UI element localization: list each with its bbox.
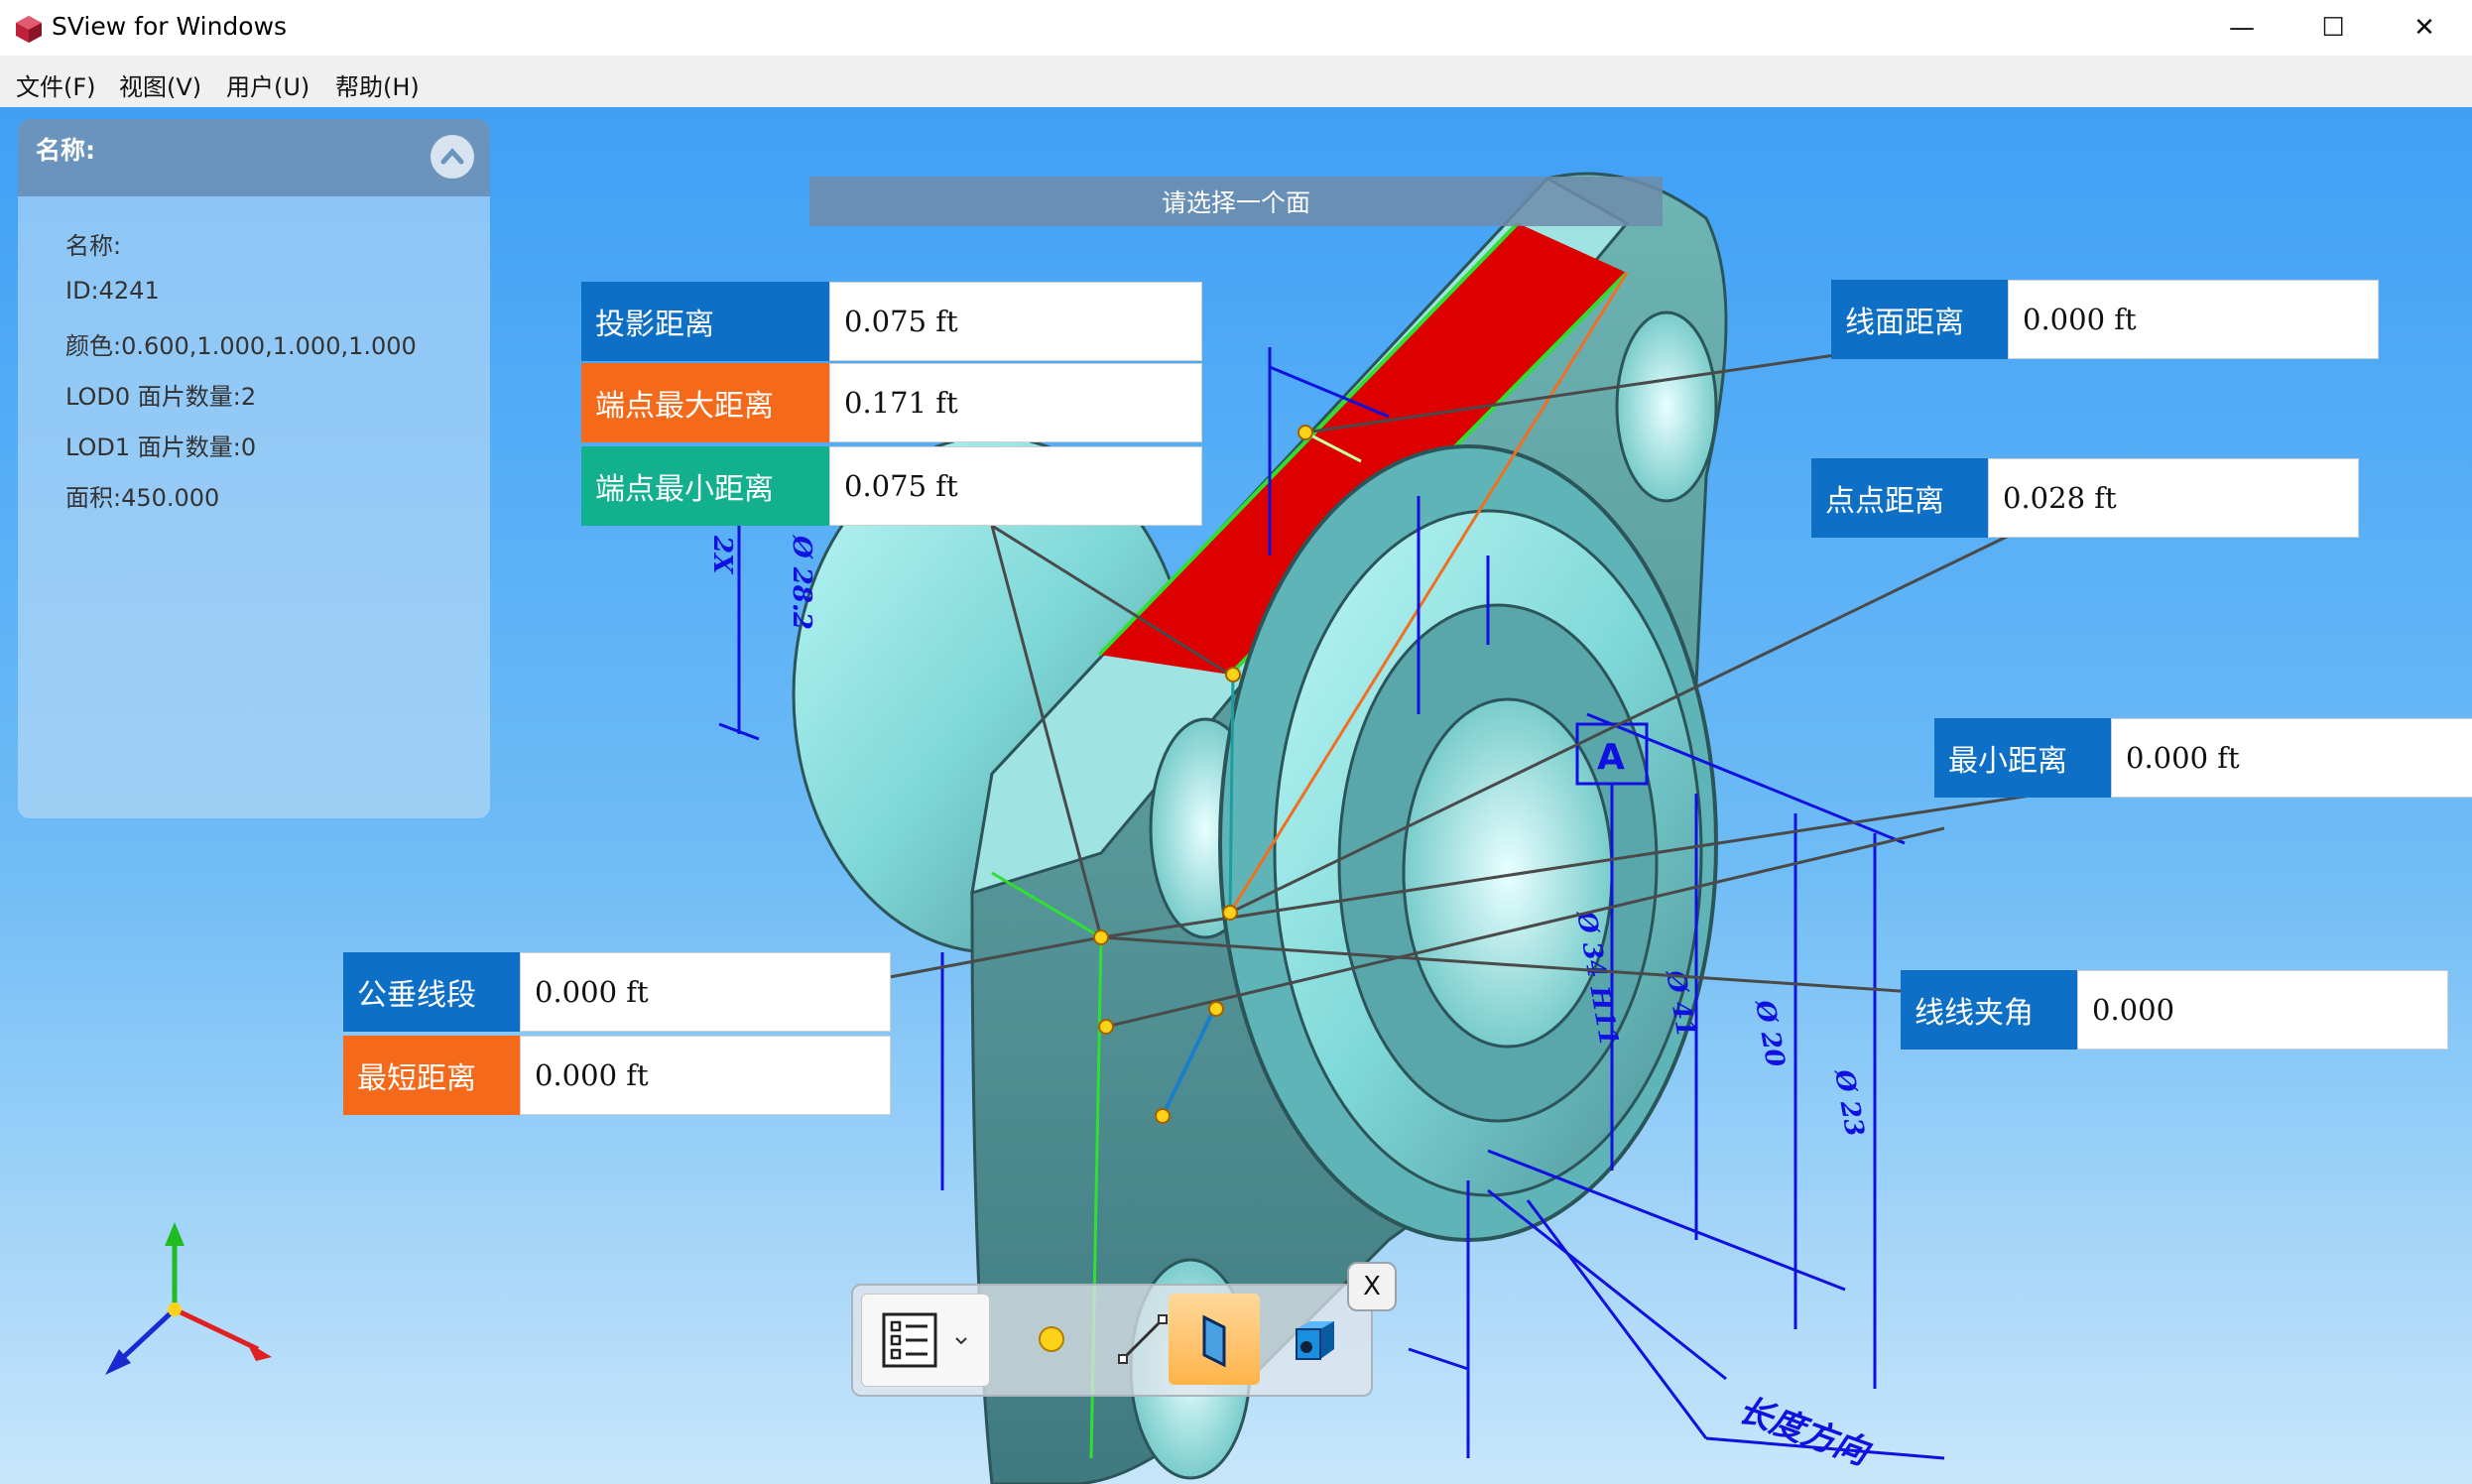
window-title: SView for Windows xyxy=(52,12,288,41)
measure-toolbar xyxy=(851,1284,1373,1397)
common-perpendicular-label: 公垂线段 xyxy=(343,952,520,1032)
dim-text-4: Ø 20 xyxy=(1749,997,1791,1069)
solid-cube-icon xyxy=(1296,1321,1334,1360)
info-area: 面积:450.000 xyxy=(65,484,220,512)
bolt-hole-top xyxy=(1615,310,1718,503)
shortest-distance-box: 最短距离 0.000 ft xyxy=(343,1036,891,1115)
menu-help[interactable]: 帮助(H) xyxy=(335,67,420,102)
checklist-icon xyxy=(882,1312,937,1368)
min-distance-label: 最小距离 xyxy=(1934,718,2111,798)
maximize-icon: ☐ xyxy=(2321,13,2345,43)
point-distance-value: 0.028 ft xyxy=(1988,458,2359,538)
point-tool-button[interactable] xyxy=(1012,1294,1091,1385)
axis-triad xyxy=(105,1222,272,1375)
status-banner: 请选择一个面 xyxy=(809,177,1663,226)
shortest-distance-label: 最短距离 xyxy=(343,1036,520,1115)
toolbar-close-button[interactable]: X xyxy=(1347,1262,1397,1311)
info-id: ID:4241 xyxy=(65,277,160,305)
info-panel-header: 名称: xyxy=(18,119,490,196)
info-panel: 名称: 名称: ID:4241 颜色:0.600,1.000,1.000,1.0… xyxy=(18,119,490,818)
min-distance-value: 0.000 ft xyxy=(2111,718,2472,798)
endpoint-max-box: 端点最大距离 0.171 ft xyxy=(581,363,1202,442)
min-distance-box: 最小距离 0.000 ft xyxy=(1934,718,2472,798)
minimize-icon: — xyxy=(2229,13,2255,43)
line-angle-label: 线线夹角 xyxy=(1901,970,2077,1050)
line-face-distance-value: 0.000 ft xyxy=(2008,280,2379,359)
info-lod0: LOD0 面片数量:2 xyxy=(65,383,257,411)
info-panel-title: 名称: xyxy=(36,136,95,165)
line-angle-value: 0.000 xyxy=(2077,970,2448,1050)
line-face-distance-label: 线面距离 xyxy=(1831,280,2008,359)
dim-text-5: Ø 23 xyxy=(1828,1066,1870,1139)
endpoint-min-box: 端点最小距离 0.075 ft xyxy=(581,446,1202,526)
info-name: 名称: xyxy=(65,232,122,260)
menu-bar: 文件(F) 视图(V) 用户(U) 帮助(H) xyxy=(0,56,2472,108)
datum-label: A xyxy=(1597,737,1625,778)
dim-text-1: Ø 28.2 xyxy=(787,535,816,630)
endpoint-max-value: 0.171 ft xyxy=(829,363,1202,442)
menu-view[interactable]: 视图(V) xyxy=(119,67,201,102)
menu-user[interactable]: 用户(U) xyxy=(226,67,309,102)
projection-distance-value: 0.075 ft xyxy=(829,282,1202,361)
minimize-button[interactable]: — xyxy=(2196,0,2287,56)
solid-tool-button[interactable] xyxy=(1270,1294,1359,1385)
line-icon xyxy=(1118,1314,1168,1364)
point-distance-label: 点点距离 xyxy=(1811,458,1988,538)
info-color: 颜色:0.600,1.000,1.000,1.000 xyxy=(65,332,417,360)
face-tool-button[interactable] xyxy=(1169,1294,1260,1385)
point-icon xyxy=(1039,1326,1064,1352)
endpoint-min-label: 端点最小距离 xyxy=(581,446,829,526)
projection-distance-label: 投影距离 xyxy=(581,282,829,361)
info-lod1: LOD1 面片数量:0 xyxy=(65,433,257,461)
close-icon: ✕ xyxy=(2413,13,2435,43)
common-perpendicular-box: 公垂线段 0.000 ft xyxy=(343,952,891,1032)
collapse-button[interactable] xyxy=(431,135,474,179)
line-angle-box: 线线夹角 0.000 xyxy=(1901,970,2448,1050)
app-logo-icon xyxy=(16,16,42,43)
menu-file[interactable]: 文件(F) xyxy=(16,67,96,102)
note-text: 长度方向 xyxy=(1733,1390,1877,1474)
common-perpendicular-value: 0.000 ft xyxy=(520,952,891,1032)
maximize-button[interactable]: ☐ xyxy=(2287,0,2379,56)
measure-list-button[interactable] xyxy=(861,1294,990,1387)
point-distance-box: 点点距离 0.028 ft xyxy=(1811,458,2359,538)
title-bar: SView for Windows — ☐ ✕ xyxy=(0,0,2472,57)
line-face-distance-box: 线面距离 0.000 ft xyxy=(1831,280,2379,359)
shortest-distance-value: 0.000 ft xyxy=(520,1036,891,1115)
face-icon xyxy=(1202,1314,1226,1368)
chevron-down-icon xyxy=(955,1337,967,1345)
central-bore xyxy=(1402,697,1614,1049)
endpoint-max-label: 端点最大距离 xyxy=(581,363,829,442)
chevron-up-icon xyxy=(440,148,464,165)
close-window-button[interactable]: ✕ xyxy=(2379,0,2470,56)
projection-distance-box: 投影距离 0.075 ft xyxy=(581,282,1202,361)
endpoint-min-value: 0.075 ft xyxy=(829,446,1202,526)
dim-text-6: 2X xyxy=(707,535,737,575)
